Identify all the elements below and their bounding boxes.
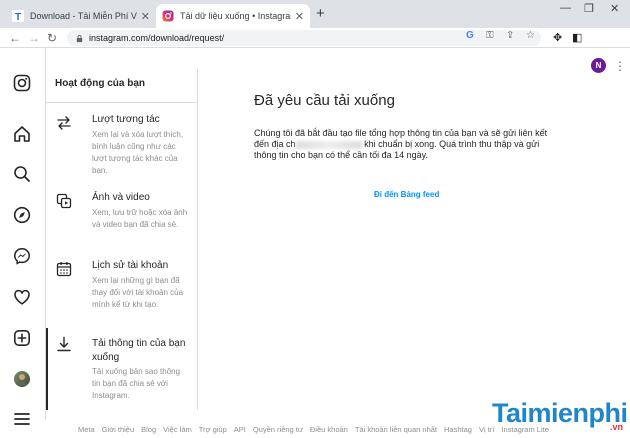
heart-icon[interactable] [13,288,31,306]
menu-item-account-history[interactable]: Lịch sử tài khoản Xem lại những gì bạn đ… [46,259,197,329]
footer-link[interactable]: Hashtag [444,425,472,434]
forward-arrow-icon[interactable]: → [28,31,40,45]
url-text: instagram.com/download/request/ [89,33,225,43]
minimize-button[interactable]: — [560,2,571,14]
blurred-email [295,140,362,149]
menu-item-photos-videos[interactable]: Ảnh và video Xem, lưu trữ hoặc xóa ảnh v… [46,191,197,251]
footer-link[interactable]: Điều khoản [310,425,348,434]
footer-link[interactable]: Meta [78,425,95,434]
instagram-nav-rail [0,48,46,425]
footer-link[interactable]: Giới thiệu [102,425,134,434]
footer-link[interactable]: API [234,425,246,434]
confirmation-text: Chúng tôi đã bắt đầu tạo file tổng hợp t… [254,128,564,161]
menu-item-interactions[interactable]: Lượt tương tác Xem lại và xóa lượt thích… [46,113,197,183]
close-tab-icon[interactable]: ✕ [141,10,150,23]
download-request-panel: Đã yêu cầu tải xuống Chúng tôi đã bắt đầ… [198,69,630,410]
more-menu-icon[interactable] [13,410,31,428]
go-to-feed-link[interactable]: Đi đến Bảng feed [374,190,439,199]
watermark-text: Taimienphi [492,398,628,428]
restore-button[interactable]: ❐ [584,2,594,15]
menu-item-label: Lượt tương tác [92,114,160,125]
tab-title: Download - Tải Miễn Phí VN - Ph [30,11,137,21]
menu-item-label: Ảnh và video [92,192,150,203]
menu-item-desc: Xem lại những gì bạn đã thay đổi với tài… [92,276,184,309]
share-icon[interactable]: ⇪ [506,30,514,41]
footer-link[interactable]: Trợ giúp [199,425,227,434]
profile-avatar-icon[interactable] [13,370,31,388]
browser-tab-taimienphi[interactable]: T Download - Tải Miễn Phí VN - Ph ✕ [6,4,156,28]
create-post-icon[interactable] [13,329,31,347]
home-icon[interactable] [13,125,31,143]
key-icon[interactable]: ⚿ [486,30,494,41]
lock-icon [76,34,83,42]
star-icon[interactable]: ☆ [526,30,535,41]
photos-videos-icon [56,193,72,209]
messenger-icon[interactable] [13,247,31,265]
svg-text:T: T [15,12,21,22]
interactions-icon [57,116,71,130]
reload-icon[interactable]: ↻ [47,31,57,45]
browser-tab-bar: T Download - Tải Miễn Phí VN - Ph ✕ Tải … [0,0,630,28]
side-panel-icon[interactable]: ◧ [572,31,582,44]
menu-item-desc: Xem, lưu trữ hoặc xóa ảnh và video bạn đ… [92,208,188,229]
watermark-suffix: .vn [610,422,624,432]
footer-link[interactable]: Việc làm [163,425,192,434]
footer-link[interactable]: Tài khoản liên quan nhất [355,425,437,434]
divider [46,102,197,103]
instagram-icon [162,10,174,22]
calendar-icon [56,262,72,277]
extensions-icon[interactable]: ✥ [553,31,562,44]
browser-tab-instagram[interactable]: Tải dữ liệu xuống • Instagram ✕ [156,4,310,28]
menu-item-desc: Tải xuống bản sao thông tin bạn đã chia … [92,367,181,400]
menu-item-download-info[interactable]: Tải thông tin của bạn xuống Tải xuống bả… [46,328,197,410]
taimienphi-t-icon: T [12,10,24,22]
footer-link[interactable]: Quyền riêng tư [253,425,303,434]
menu-item-desc: Xem lại và xóa lượt thích, bình luận cũn… [92,130,184,175]
footer-link[interactable]: Blog [141,425,156,434]
google-translate-icon[interactable]: G [466,30,474,41]
browser-toolbar: ← → ↻ instagram.com/download/request/ G … [0,28,630,73]
explore-compass-icon[interactable] [13,206,31,224]
close-tab-icon[interactable]: ✕ [295,10,304,23]
tab-title: Tải dữ liệu xuống • Instagram [180,11,291,21]
activity-menu: Hoạt động của bạn Lượt tương tác Xem lại… [46,69,198,410]
instagram-logo-icon[interactable] [13,74,31,92]
back-arrow-icon[interactable]: ← [9,31,21,45]
page-title: Đã yêu cầu tải xuống [254,92,395,109]
menu-title: Hoạt động của bạn [55,78,145,89]
menu-item-label: Lịch sử tài khoản [92,260,169,271]
new-tab-button[interactable]: + [316,5,325,22]
search-icon[interactable] [13,165,31,183]
download-icon [57,336,71,352]
menu-item-label: Tải thông tin của bạn xuống [92,338,186,363]
close-window-button[interactable]: ✕ [610,2,619,15]
taimienphi-watermark-logo: Taimienphi .vn [474,398,630,438]
